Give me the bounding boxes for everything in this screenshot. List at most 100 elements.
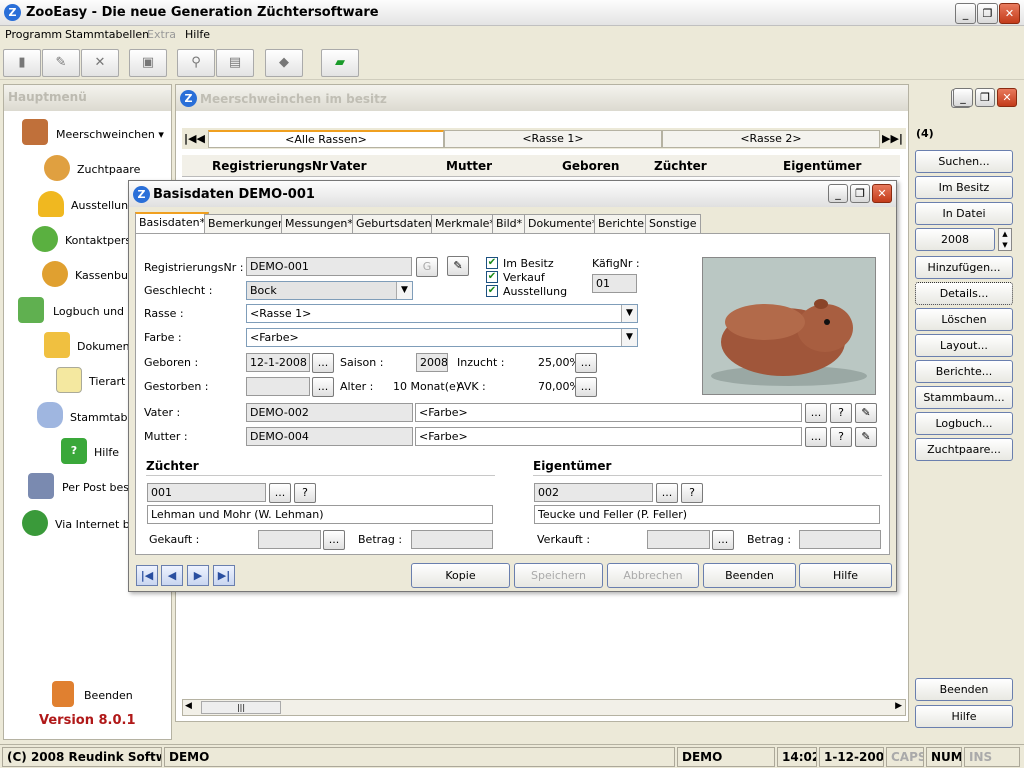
tab-berichte[interactable]: Berichte <box>594 214 648 233</box>
verkauft-picker-button[interactable]: ... <box>712 530 734 550</box>
menu-hilfe[interactable]: Hilfe <box>185 28 210 41</box>
tab-merkmale[interactable]: Merkmale* <box>431 214 499 233</box>
abbrechen-button[interactable]: Abbrechen <box>607 563 699 588</box>
dialog-close-button[interactable]: ✕ <box>872 184 892 203</box>
eigentuemer-name-field[interactable]: Teucke und Feller (P. Feller) <box>534 505 880 524</box>
dialog-hilfe-button[interactable]: Hilfe <box>799 563 892 588</box>
horizontal-scrollbar[interactable]: ◀ ||| ▶ <box>182 699 906 716</box>
tab-basisdaten[interactable]: Basisdaten* <box>135 212 210 233</box>
chevron-down-icon[interactable]: ▼ <box>621 305 637 322</box>
gestorben-picker-button[interactable]: ... <box>312 377 334 397</box>
exit-door-icon[interactable] <box>52 681 74 707</box>
dialog-beenden-button[interactable]: Beenden <box>703 563 796 588</box>
menu-logbuch[interactable]: Logbuch und N <box>53 305 136 318</box>
rasse-select[interactable]: <Rasse 1> ▼ <box>246 304 638 323</box>
tab-messungen[interactable]: Messungen* <box>281 214 357 233</box>
menu-programm[interactable]: Programm <box>5 28 62 41</box>
restore-button[interactable]: ❐ <box>977 3 998 24</box>
mdi-maximize-button[interactable]: ❐ <box>975 88 995 107</box>
menu-ausstellung[interactable]: Ausstellung <box>71 199 135 212</box>
tab-sonstige[interactable]: Sonstige <box>645 214 701 233</box>
close-button[interactable]: ✕ <box>999 3 1020 24</box>
zuechter-select-button[interactable]: ... <box>269 483 291 503</box>
kaefignr-field[interactable]: 01 <box>592 274 637 293</box>
tab-geburtsdaten[interactable]: Geburtsdaten* <box>352 214 442 233</box>
gekauft-field[interactable] <box>258 530 321 549</box>
speichern-button[interactable]: Speichern <box>514 563 603 588</box>
beenden-button[interactable]: Beenden <box>915 678 1013 701</box>
scroll-right-icon[interactable]: ▶ <box>895 701 902 711</box>
layout-button[interactable]: Layout... <box>915 334 1013 357</box>
zuechter-name-field[interactable]: Lehman und Mohr (W. Lehman) <box>147 505 493 524</box>
avk-button[interactable]: ... <box>575 377 597 397</box>
details-button[interactable]: Details... <box>915 282 1013 305</box>
toolbar-new-icon[interactable]: ▮ <box>3 49 41 77</box>
geschlecht-select[interactable]: Bock ▼ <box>246 281 413 300</box>
verkauft-field[interactable] <box>647 530 710 549</box>
tab-dokumente[interactable]: Dokumente* <box>524 214 602 233</box>
tab-alle-rassen[interactable]: <Alle Rassen> <box>208 130 444 148</box>
hinzufuegen-button[interactable]: Hinzufügen... <box>915 256 1013 279</box>
in-datei-button[interactable]: In Datei <box>915 202 1013 225</box>
tab-bild[interactable]: Bild* <box>492 214 527 233</box>
column-registrierungsnr[interactable]: RegistrierungsNr <box>212 159 328 173</box>
kopie-button[interactable]: Kopie <box>411 563 510 588</box>
menu-meerschweinchen[interactable]: Meerschweinchen ▾ <box>56 128 164 141</box>
menu-tierart[interactable]: Tierart <box>89 375 125 388</box>
eigentuemer-betrag-field[interactable] <box>799 530 881 549</box>
chevron-down-icon[interactable]: ▼ <box>621 329 637 346</box>
mutter-farbe-field[interactable]: <Farbe> <box>415 427 802 446</box>
registrierungsnr-field[interactable]: DEMO-001 <box>246 257 412 276</box>
zuechter-nr-field[interactable]: 001 <box>147 483 266 502</box>
menu-dokumente[interactable]: Dokument <box>77 340 134 353</box>
year-spinner[interactable]: ▲ ▼ <box>998 228 1012 251</box>
eigentuemer-help-button[interactable]: ? <box>681 483 703 503</box>
scroll-thumb[interactable]: ||| <box>201 701 281 714</box>
eigentuemer-nr-field[interactable]: 002 <box>534 483 653 502</box>
toolbar-delete-icon[interactable]: ✕ <box>81 49 119 77</box>
scroll-left-icon[interactable]: ◀ <box>185 701 192 711</box>
gekauft-picker-button[interactable]: ... <box>323 530 345 550</box>
loeschen-button[interactable]: Löschen <box>915 308 1013 331</box>
mdi-minimize-button[interactable]: _ <box>953 88 973 107</box>
verkauf-checkbox[interactable]: ✔ <box>486 271 498 283</box>
prev-record-icon[interactable]: ◀ <box>161 565 183 586</box>
toolbar-print-icon[interactable]: ▤ <box>216 49 254 77</box>
saison-field[interactable]: 2008 <box>416 353 448 372</box>
menu-extra[interactable]: Extra <box>147 28 176 41</box>
menu-hilfe[interactable]: Hilfe <box>94 446 119 459</box>
toolbar-save-icon[interactable]: ▣ <box>129 49 167 77</box>
im-besitz-button[interactable]: Im Besitz <box>915 176 1013 199</box>
first-tab-icon[interactable]: |◀◀ <box>184 132 205 145</box>
eigentuemer-select-button[interactable]: ... <box>656 483 678 503</box>
first-record-icon[interactable]: |◀ <box>136 565 158 586</box>
menu-kassenbuch[interactable]: Kassenbuc <box>75 269 134 282</box>
mutter-help-button[interactable]: ? <box>830 427 852 447</box>
tab-rasse-2[interactable]: <Rasse 2> <box>662 130 880 148</box>
tab-rasse-1[interactable]: <Rasse 1> <box>444 130 662 148</box>
menu-zuchtpaare[interactable]: Zuchtpaare <box>77 163 140 176</box>
book-icon[interactable] <box>22 119 48 145</box>
mutter-field[interactable]: DEMO-004 <box>246 427 413 446</box>
last-record-icon[interactable]: ▶| <box>213 565 235 586</box>
suchen-button[interactable]: Suchen... <box>915 150 1013 173</box>
last-tab-icon[interactable]: ▶▶| <box>882 132 903 145</box>
gestorben-field[interactable] <box>246 377 310 396</box>
berichte-button[interactable]: Berichte... <box>915 360 1013 383</box>
next-record-icon[interactable]: ▶ <box>187 565 209 586</box>
generate-button[interactable]: G <box>416 257 438 277</box>
dialog-minimize-button[interactable]: _ <box>828 184 848 203</box>
toolbar-edit-icon[interactable]: ✎ <box>42 49 80 77</box>
vater-select-button[interactable]: ... <box>805 403 827 423</box>
column-mutter[interactable]: Mutter <box>446 159 492 173</box>
vater-farbe-field[interactable]: <Farbe> <box>415 403 802 422</box>
inzucht-button[interactable]: ... <box>575 353 597 373</box>
zuchtpaare-button[interactable]: Zuchtpaare... <box>915 438 1013 461</box>
mutter-select-button[interactable]: ... <box>805 427 827 447</box>
menu-stammtabellen[interactable]: Stammtabellen <box>65 28 149 41</box>
im-besitz-checkbox[interactable]: ✔ <box>486 257 498 269</box>
toolbar-search-icon[interactable]: ⚲ <box>177 49 215 77</box>
stammbaum-button[interactable]: Stammbaum... <box>915 386 1013 409</box>
menu-kontaktpersonen[interactable]: Kontaktperso <box>65 234 138 247</box>
dialog-maximize-button[interactable]: ❐ <box>850 184 870 203</box>
